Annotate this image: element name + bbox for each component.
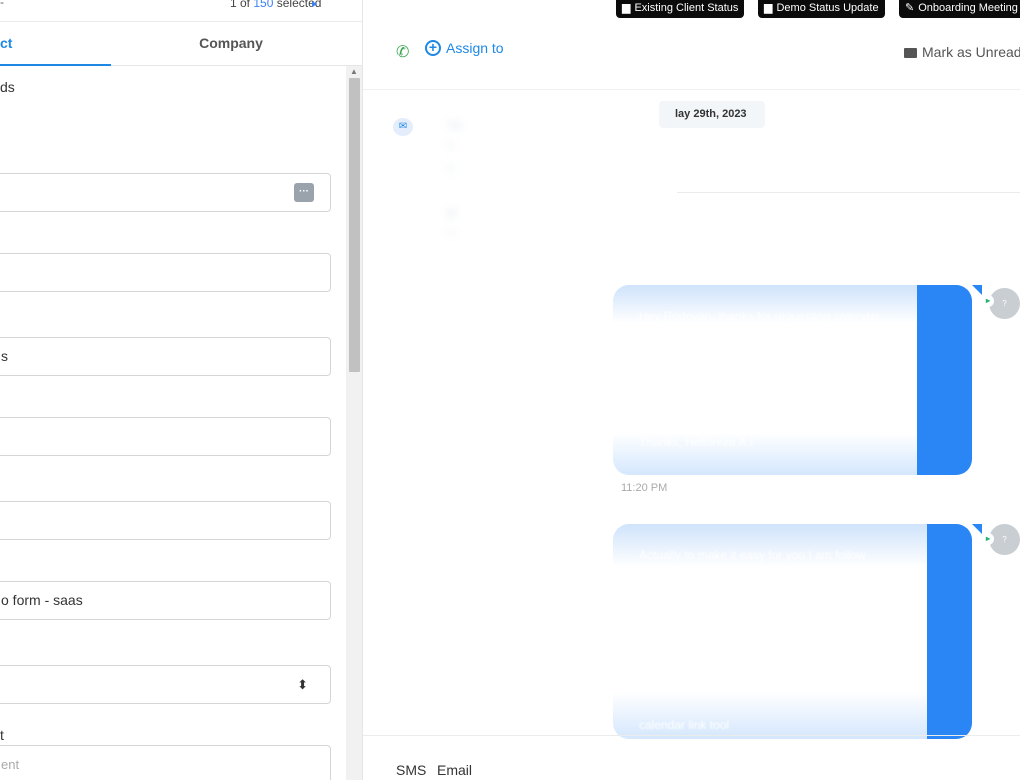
- form-field[interactable]: ···: [0, 173, 331, 212]
- message-text: Thanks, Hellorezo A.I: [639, 435, 754, 449]
- workflow-button[interactable]: ✎ Onboarding Meeting: [899, 0, 1020, 18]
- mark-unread-button[interactable]: Mark as Unread: [904, 44, 1020, 60]
- next-arrow-icon[interactable]: ▸: [312, 0, 318, 10]
- workflow-button[interactable]: ▆ Demo Status Update: [758, 0, 885, 18]
- avatar: ?: [989, 288, 1020, 319]
- panel-tabs: ct Company: [0, 22, 362, 66]
- workflow-label: Existing Client Status: [634, 2, 739, 14]
- pagination-text: 1 of 150 selected: [230, 0, 321, 10]
- form-field[interactable]: [0, 501, 331, 540]
- wrench-icon: ✎: [905, 2, 915, 14]
- message-text: calendar link tool: [639, 718, 730, 732]
- mark-unread-label: Mark as Unread: [922, 44, 1020, 60]
- bubble-tail: [972, 524, 982, 534]
- form-field[interactable]: [0, 417, 331, 456]
- field-placeholder: ent: [1, 757, 20, 772]
- pagination-row: - 1 of 150 selected ▸: [0, 0, 362, 22]
- conversation-panel: ▆ Existing Client Status ▆ Demo Status Upd…: [363, 0, 1020, 780]
- workflow-bar: ▆ Existing Client Status ▆ Demo Status Upd…: [363, 0, 1020, 22]
- assign-label: Assign to: [446, 40, 504, 56]
- field-label: t: [0, 727, 4, 743]
- doc-icon: ▆: [622, 2, 631, 14]
- pagination-dash: -: [0, 0, 4, 9]
- tab-sms[interactable]: SMS: [396, 762, 426, 778]
- field-label: ds: [0, 79, 15, 95]
- bubble-accent: [917, 285, 972, 475]
- message-bubble[interactable]: Hey Rodovan, thanks for requesting calen…: [613, 285, 972, 475]
- form-field[interactable]: s: [0, 337, 331, 376]
- composer: SMS Email: [363, 735, 1020, 780]
- scrollbar-thumb[interactable]: [349, 78, 360, 372]
- assign-button[interactable]: + Assign to: [425, 40, 504, 56]
- message-text: Actually to make it easy for you I am fo…: [639, 548, 866, 562]
- message-bubble[interactable]: Actually to make it easy for you I am fo…: [613, 524, 972, 739]
- form-field[interactable]: [0, 253, 331, 292]
- phone-icon[interactable]: ✆: [396, 42, 409, 62]
- email-icon: ✉: [393, 118, 413, 136]
- tab-email[interactable]: Email: [437, 762, 472, 778]
- more-options-icon[interactable]: ···: [294, 183, 314, 202]
- contact-form: ds ··· s o form - saas ⬍ t ent: [0, 66, 346, 780]
- tab-company[interactable]: Company: [111, 22, 351, 66]
- field-value: o form - saas: [1, 592, 83, 608]
- field-value: s: [1, 348, 8, 364]
- email-preview[interactable]: He T Y [h **: [447, 110, 717, 260]
- pagination-count[interactable]: 150: [253, 0, 273, 10]
- form-field[interactable]: o form - saas: [0, 581, 331, 620]
- workflow-button[interactable]: ▆ Existing Client Status: [616, 0, 745, 18]
- updown-icon: ⬍: [297, 677, 308, 692]
- message-thread: ✉ He T Y [h ** lay 29th, 2023 Hey Rodova…: [363, 90, 1020, 739]
- envelope-icon: [904, 48, 917, 58]
- email-preview-line: **: [447, 228, 457, 242]
- form-field[interactable]: ent: [0, 745, 331, 780]
- scrollbar[interactable]: ▲: [346, 66, 362, 780]
- bubble-accent: [927, 524, 972, 739]
- contact-panel: - 1 of 150 selected ▸ ct Company ds ··· …: [0, 0, 363, 780]
- email-preview-line: Y: [447, 162, 456, 176]
- chat-icon: ▸: [982, 533, 994, 545]
- chat-icon: ▸: [982, 295, 994, 307]
- action-bar: ✆ + Assign to Mark as Unread: [363, 22, 1020, 90]
- message-text: Hey Rodovan, thanks for requesting calen…: [639, 309, 880, 323]
- divider: [677, 192, 1020, 193]
- pagination-label: 1 of: [230, 0, 251, 10]
- id-card-icon: ▆: [764, 2, 773, 14]
- plus-circle-icon: +: [425, 40, 441, 56]
- workflow-label: Onboarding Meeting: [918, 2, 1018, 14]
- scroll-up-icon[interactable]: ▲: [350, 67, 358, 76]
- workflow-label: Demo Status Update: [776, 2, 879, 14]
- date-chip: lay 29th, 2023: [659, 101, 765, 128]
- select-field[interactable]: ⬍: [0, 665, 331, 704]
- email-preview-line: T: [447, 140, 455, 154]
- email-preview-line: [h: [447, 206, 458, 220]
- bubble-tail: [972, 285, 982, 295]
- message-time: 11:20 PM: [621, 482, 668, 494]
- tab-contact[interactable]: ct: [0, 22, 111, 66]
